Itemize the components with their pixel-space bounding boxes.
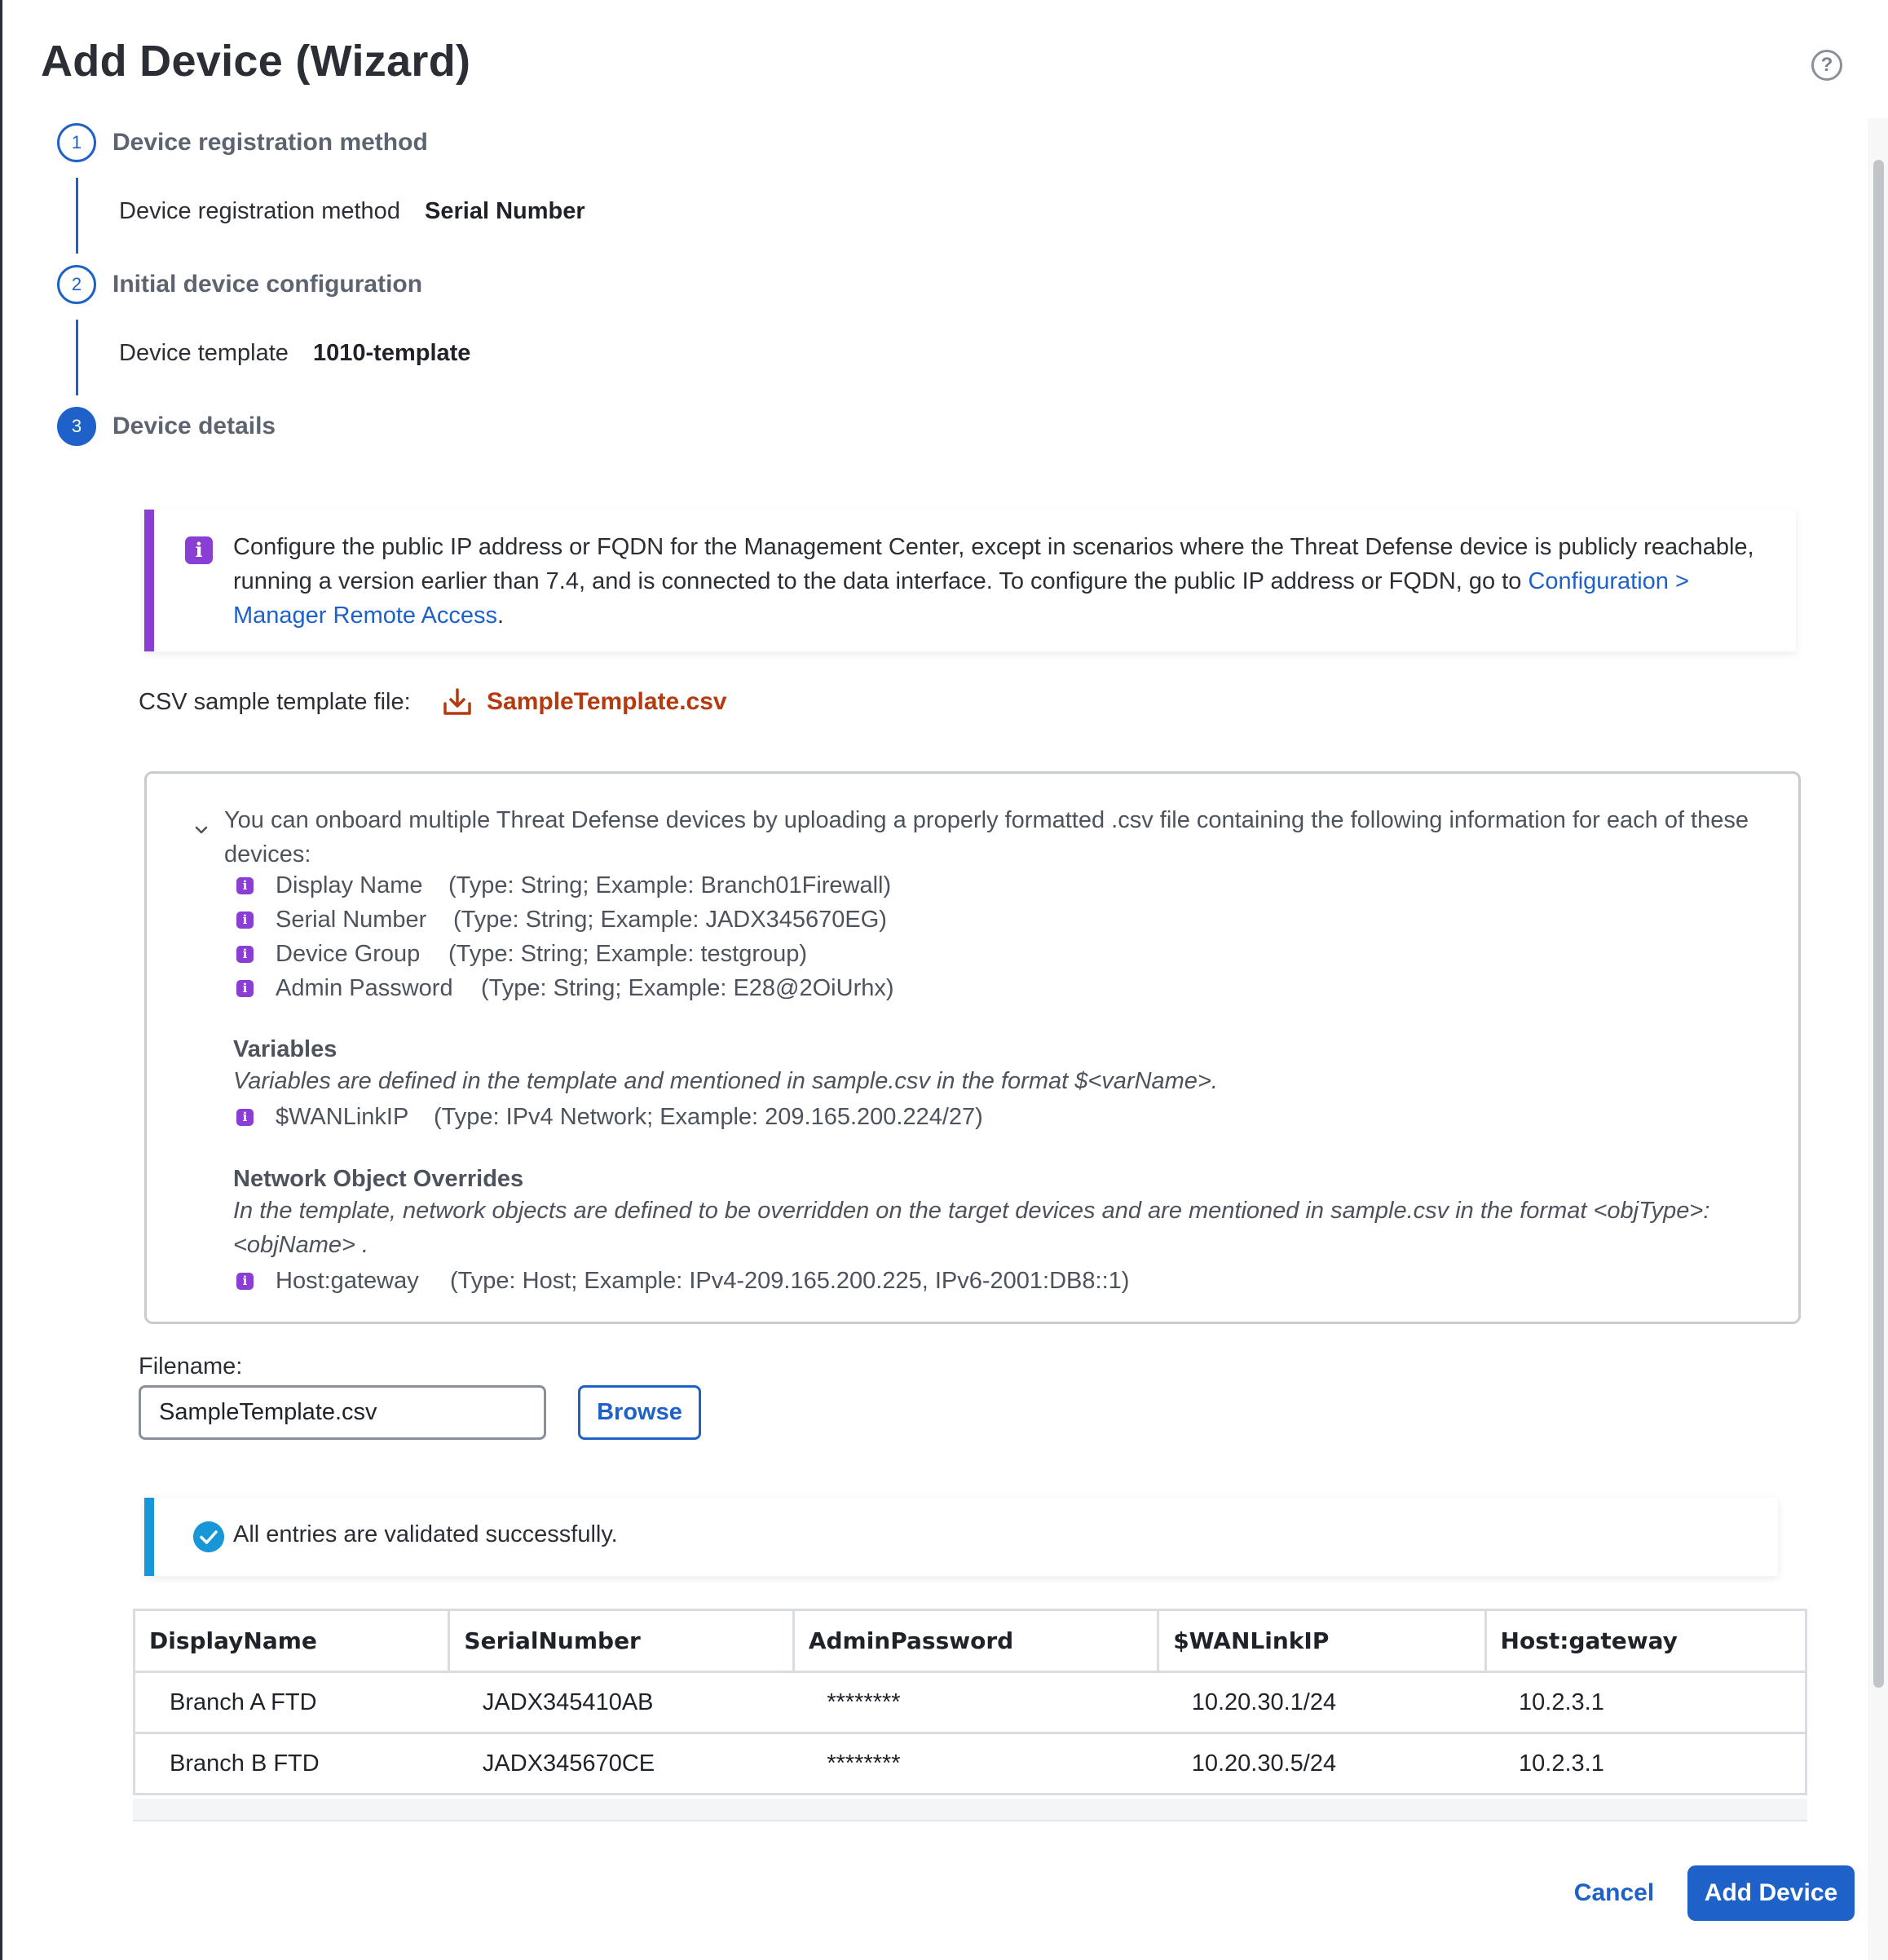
info-icon: i [236,946,254,963]
help-circle-icon[interactable]: ? [1811,50,1842,81]
csv-sample-label: CSV sample template file: [139,689,411,715]
table-cell: 10.2.3.1 [1485,1671,1806,1734]
step-2-summary: Device template 1010-template [119,340,470,367]
column-header-host-gateway: Host:gateway [1484,1609,1808,1673]
table-cell: 10.20.30.5/24 [1158,1732,1486,1795]
table-row: Branch B FTD JADX345670CE ******** 10.20… [134,1732,1806,1795]
add-device-button[interactable]: Add Device [1687,1865,1855,1921]
field-name: Admin Password [276,975,453,1001]
variable-name: $WANLinkIP [276,1104,409,1130]
column-header-adminpassword: AdminPassword [792,1609,1160,1673]
table-cell: Branch A FTD [134,1671,449,1734]
info-callout-suffix: . [496,603,505,629]
validation-success-callout: All entries are validated successfully. [144,1498,1778,1576]
overrides-heading: Network Object Overrides [233,1166,524,1192]
table-cell: Branch B FTD [134,1732,449,1795]
info-callout-message: Configure the public IP address or FQDN … [233,534,1754,594]
validation-message: All entries are validated successfully. [233,1521,618,1547]
step-2-summary-value: 1010-template [313,340,471,366]
info-icon: i [236,1109,254,1126]
table-cell: JADX345410AB [448,1671,794,1734]
step-2-label: Initial device configuration [112,271,423,298]
column-header-wanlinkip: $WANLinkIP [1157,1609,1487,1673]
window-edge [0,0,2,1960]
info-icon: i [236,877,254,894]
add-device-dialog: Add Device (Wizard) ? 1 Device registrat… [0,0,1888,1960]
field-detail: (Type: String; Example: testgroup) [448,941,808,967]
info-icon: i [185,536,213,564]
table-row: Branch A FTD JADX345410AB ******** 10.20… [134,1671,1806,1734]
table-cell: ******** [793,1732,1158,1795]
sample-template-download-link[interactable]: SampleTemplate.csv [487,688,727,716]
step-2-summary-key: Device template [119,340,289,366]
csv-format-info-panel: You can onboard multiple Threat Defense … [144,771,1801,1324]
chevron-down-icon[interactable] [194,823,209,837]
field-name: Display Name [276,872,423,898]
field-detail: (Type: String; Example: JADX345670EG) [453,907,887,933]
filename-input[interactable] [139,1385,546,1440]
table-cell: 10.2.3.1 [1485,1732,1806,1795]
info-panel-intro: You can onboard multiple Threat Defense … [224,807,1749,867]
step-3-indicator: 3 [57,407,96,446]
step-2-indicator: 2 [57,265,96,304]
dialog-title: Add Device (Wizard) [41,37,471,86]
column-header-displayname: DisplayName [132,1609,451,1673]
download-icon[interactable] [442,687,473,717]
table-cell: JADX345670CE [448,1732,794,1795]
info-icon: i [236,980,254,997]
variable-detail: (Type: IPv4 Network; Example: 209.165.20… [434,1104,983,1130]
table-horizontal-scrollbar[interactable] [133,1799,1807,1821]
step-1-summary-value: Serial Number [425,198,585,224]
field-name: Serial Number [276,907,427,933]
info-callout-text: Configure the public IP address or FQDN … [233,530,1782,633]
overrides-note: In the template, network objects are def… [233,1198,1710,1258]
step-1-summary-key: Device registration method [119,198,400,224]
step-1-indicator: 1 [57,123,96,162]
check-circle-icon [193,1521,224,1552]
override-detail: (Type: Host; Example: IPv4-209.165.200.2… [450,1268,1130,1294]
field-name: Device Group [276,941,421,967]
devices-table: DisplayName SerialNumber AdminPassword $… [132,1609,1808,1795]
variables-note: Variables are defined in the template an… [233,1068,1218,1094]
field-detail: (Type: String; Example: Branch01Firewall… [448,872,892,898]
step-3-label: Device details [112,413,276,439]
scrollbar-thumb[interactable] [1873,160,1884,1688]
column-header-serialnumber: SerialNumber [448,1609,795,1673]
override-name: Host:gateway [276,1268,419,1294]
field-detail: (Type: String; Example: E28@2OiUrhx) [481,975,894,1001]
step-1-summary: Device registration method Serial Number [119,198,585,225]
filename-label: Filename: [139,1353,243,1380]
variables-heading: Variables [233,1036,337,1062]
info-icon: i [236,1273,254,1290]
browse-button[interactable]: Browse [578,1385,701,1440]
table-cell: 10.20.30.1/24 [1158,1671,1486,1734]
public-ip-info-callout: i Configure the public IP address or FQD… [144,510,1796,651]
table-cell: ******** [793,1671,1158,1734]
step-connector-1 [76,178,78,254]
info-icon: i [236,912,254,929]
table-header-row: DisplayName SerialNumber AdminPassword $… [132,1609,1808,1673]
step-connector-2 [76,320,78,395]
step-1-label: Device registration method [112,129,428,156]
cancel-button[interactable]: Cancel [1557,1865,1671,1921]
